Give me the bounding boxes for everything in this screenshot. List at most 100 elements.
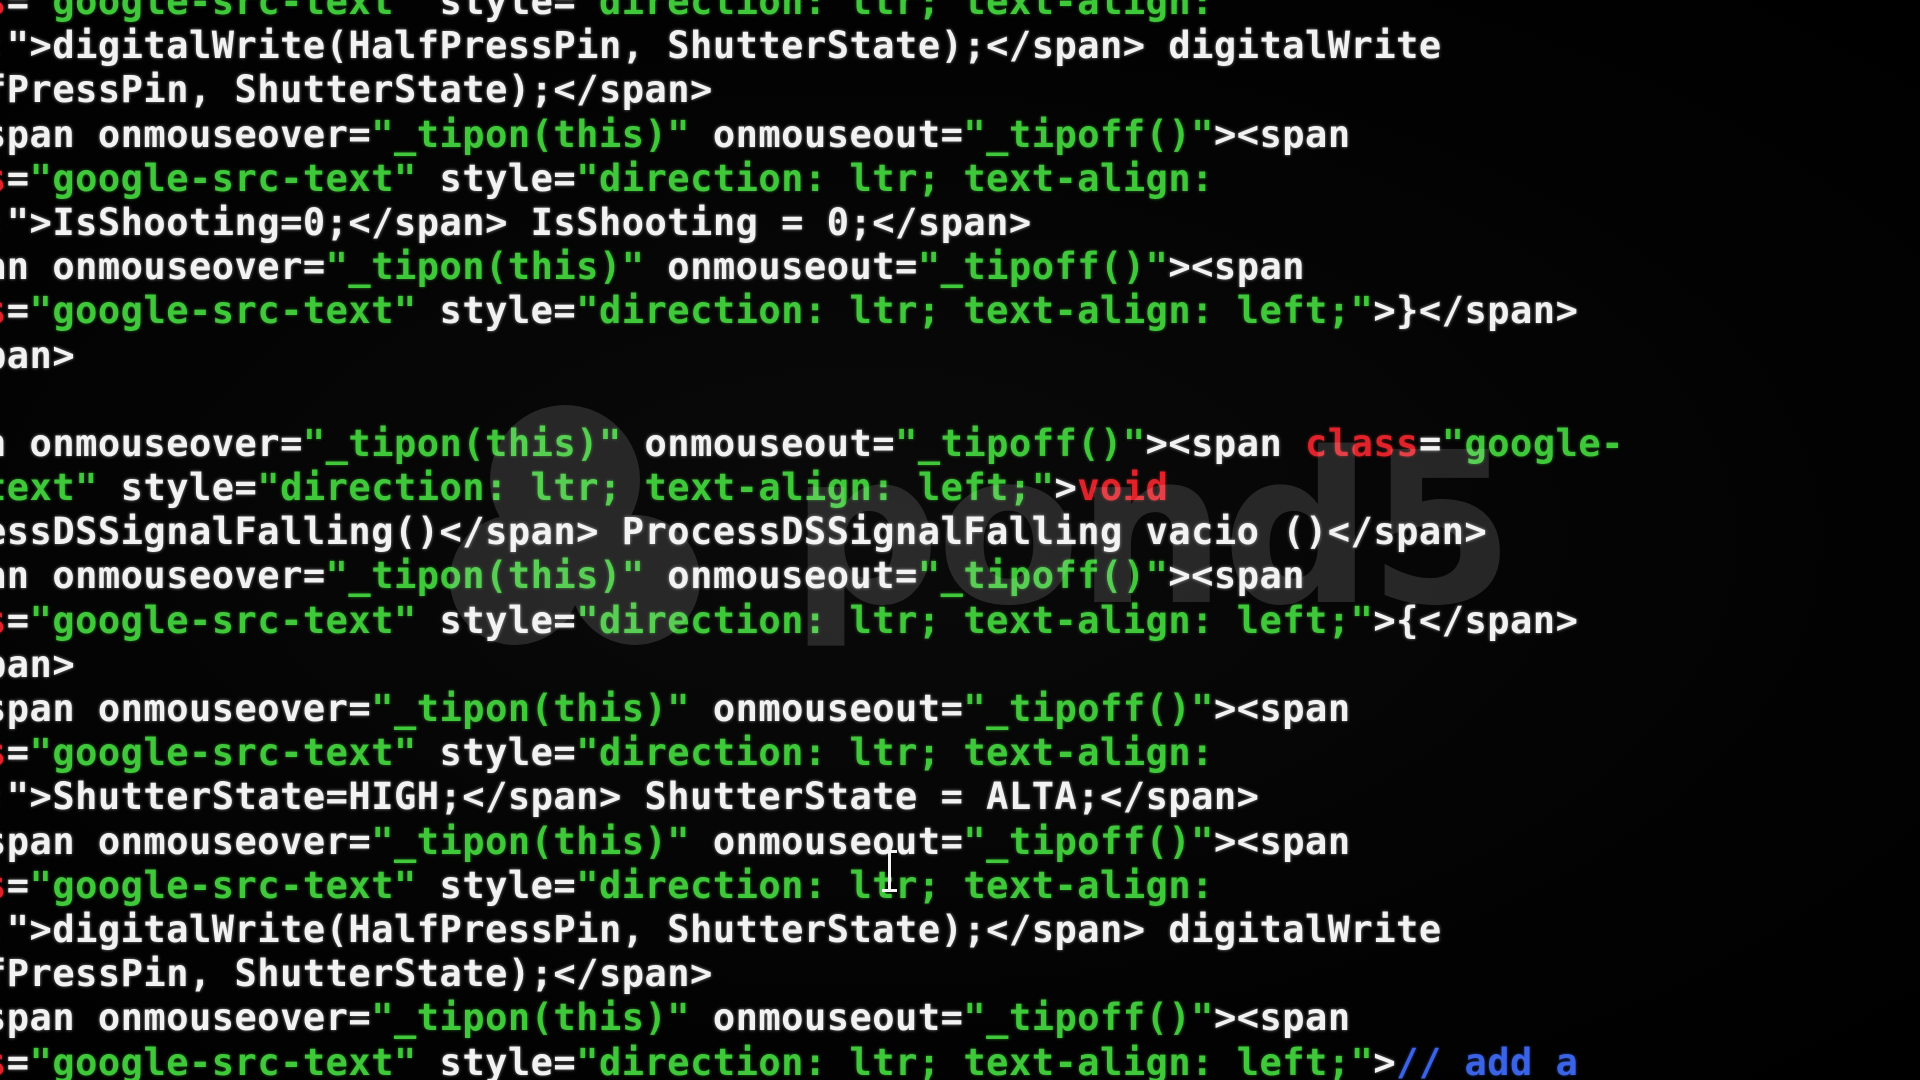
code-line: ;">ShutterState=HIGH;</span> ShutterStat…: [0, 775, 1920, 819]
code-token: "google-src-text": [29, 731, 417, 775]
code-line: span onmouseover="_tipon(this)" onmouseo…: [0, 687, 1920, 731]
code-token: span onmouseover=: [0, 112, 372, 156]
code-token: onmouseout=: [644, 245, 918, 289]
code-view: s="google-src-text" style="direction: lt…: [0, 0, 1920, 1080]
code-line: s="google-src-text" style="direction: lt…: [0, 1041, 1920, 1080]
code-token: onmouseout=: [621, 421, 896, 465]
code-line: ;">digitalWrite(HalfPressPin, ShutterSta…: [0, 24, 1920, 68]
code-token: "direction: ltr; text-align:: [576, 731, 1214, 775]
code-token: ">digitalWrite(HalfPressPin, ShutterStat…: [6, 907, 1442, 951]
code-token: style=: [416, 863, 577, 907]
code-token: "direction: ltr; text-align:: [576, 156, 1214, 200]
code-token: s: [0, 731, 7, 774]
code-token: "google-src-text": [29, 598, 417, 642]
code-token: text": [0, 466, 98, 510]
code-line: n onmouseover="_tipon(this)" onmouseout=…: [0, 422, 1920, 466]
code-token: "_tipon(this)": [371, 996, 691, 1040]
code-token: ><span: [1168, 245, 1306, 289]
code-token: "direction: ltr; text-align: left;": [257, 466, 1055, 510]
code-line: span onmouseover="_tipon(this)" onmouseo…: [0, 996, 1920, 1040]
code-token: >{</span>: [1373, 598, 1579, 642]
code-line: ;">digitalWrite(HalfPressPin, ShutterSta…: [0, 908, 1920, 952]
code-token: style=: [416, 598, 577, 642]
code-token: google-src-text": [52, 0, 417, 23]
code-token: "_tipoff()": [895, 421, 1146, 465]
code-token: =: [1418, 421, 1442, 465]
code-token: "_tipoff()": [917, 554, 1169, 598]
code-line: pan>: [0, 334, 1920, 378]
code-token: "_tipoff()": [963, 112, 1214, 156]
code-token: span onmouseover=: [0, 996, 372, 1040]
code-line: s="google-src-text" style="direction: lt…: [0, 0, 1920, 24]
code-line: pan>: [0, 643, 1920, 687]
code-token: "_tipon(this)": [371, 687, 691, 730]
code-token: s: [0, 864, 7, 907]
code-token: void: [1077, 466, 1169, 510]
code-token: =": [6, 0, 53, 23]
code-token: s: [0, 157, 7, 200]
code-token: "google-src-text": [29, 156, 417, 200]
code-token: =: [6, 598, 30, 642]
code-line: s="google-src-text" style="direction: lt…: [0, 289, 1920, 333]
code-token: "google-: [1441, 421, 1624, 465]
code-token: style=: [416, 156, 577, 200]
code-screen: s="google-src-text" style="direction: lt…: [0, 0, 1920, 1080]
code-token: style=: [97, 466, 258, 510]
code-token: s: [0, 599, 7, 642]
code-token: span onmouseover=: [0, 687, 372, 730]
code-token: "_tipoff()": [963, 996, 1214, 1040]
code-token: ><span: [1213, 112, 1351, 156]
code-token: style=: [416, 0, 577, 23]
code-token: s: [0, 289, 7, 332]
code-token: onmouseout=: [690, 819, 964, 863]
code-token: "google-src-text": [29, 1040, 417, 1080]
code-line: s="google-src-text" style="direction: lt…: [0, 731, 1920, 775]
code-token: "direction: ltr; text-align: left;": [576, 1040, 1374, 1080]
code-token: "_tipon(this)": [371, 112, 691, 156]
code-line: text" style="direction: ltr; text-align:…: [0, 466, 1920, 510]
code-token: >: [1054, 466, 1078, 510]
code-token: "_tipon(this)": [325, 245, 645, 289]
code-token: class: [1305, 421, 1419, 465]
code-token: onmouseout=: [644, 554, 918, 598]
code-line: essDSSignalFalling()</span> ProcessDSSig…: [0, 510, 1920, 554]
code-line: s="google-src-text" style="direction: lt…: [0, 157, 1920, 201]
code-token: ><span: [1145, 421, 1306, 465]
code-token: "_tipoff()": [963, 819, 1214, 863]
code-line: span onmouseover="_tipon(this)" onmouseo…: [0, 113, 1920, 157]
code-token: ><span: [1168, 554, 1306, 598]
code-token: "_tipon(this)": [302, 421, 622, 465]
code-line: s="google-src-text" style="direction: lt…: [0, 864, 1920, 908]
code-line: fPressPin, ShutterState);</span>: [0, 68, 1920, 112]
code-token: fPressPin, ShutterState);</span>: [0, 952, 713, 996]
code-token: =: [6, 289, 30, 333]
code-token: "direction: ltr; text-align:: [576, 0, 1214, 23]
code-token: ;: [0, 775, 7, 818]
code-token: ;: [0, 908, 7, 951]
code-token: "direction: ltr; text-align: left;": [576, 598, 1374, 642]
code-token: ><span: [1213, 819, 1351, 863]
code-token: s: [0, 0, 7, 23]
code-token: "_tipoff()": [963, 687, 1214, 730]
code-token: style=: [416, 731, 577, 775]
code-token: essDSSignalFalling()</span> ProcessDSSig…: [0, 510, 1488, 554]
code-token: span onmouseover=: [0, 819, 372, 863]
code-token: =: [6, 156, 30, 200]
code-token: ">ShutterState=HIGH;</span> ShutterState…: [6, 775, 1260, 819]
code-token: ">IsShooting=0;</span> IsShooting = 0;</…: [6, 200, 1032, 244]
code-line: an onmouseover="_tipon(this)" onmouseout…: [0, 554, 1920, 598]
code-token: pan>: [0, 642, 76, 686]
code-token: "_tipon(this)": [371, 819, 691, 863]
code-token: ;: [0, 201, 7, 244]
code-token: ><span: [1213, 996, 1351, 1040]
code-line: span onmouseover="_tipon(this)" onmouseo…: [0, 820, 1920, 864]
code-token: "_tipon(this)": [325, 554, 645, 598]
code-token: s: [0, 1041, 7, 1080]
code-token: "direction: ltr; text-align: left;": [576, 289, 1374, 333]
code-token: n onmouseover=: [0, 421, 303, 465]
code-token: ">digitalWrite(HalfPressPin, ShutterStat…: [6, 24, 1442, 68]
code-line: s="google-src-text" style="direction: lt…: [0, 599, 1920, 643]
code-token: fPressPin, ShutterState);</span>: [0, 68, 713, 112]
code-token: =: [6, 1040, 30, 1080]
